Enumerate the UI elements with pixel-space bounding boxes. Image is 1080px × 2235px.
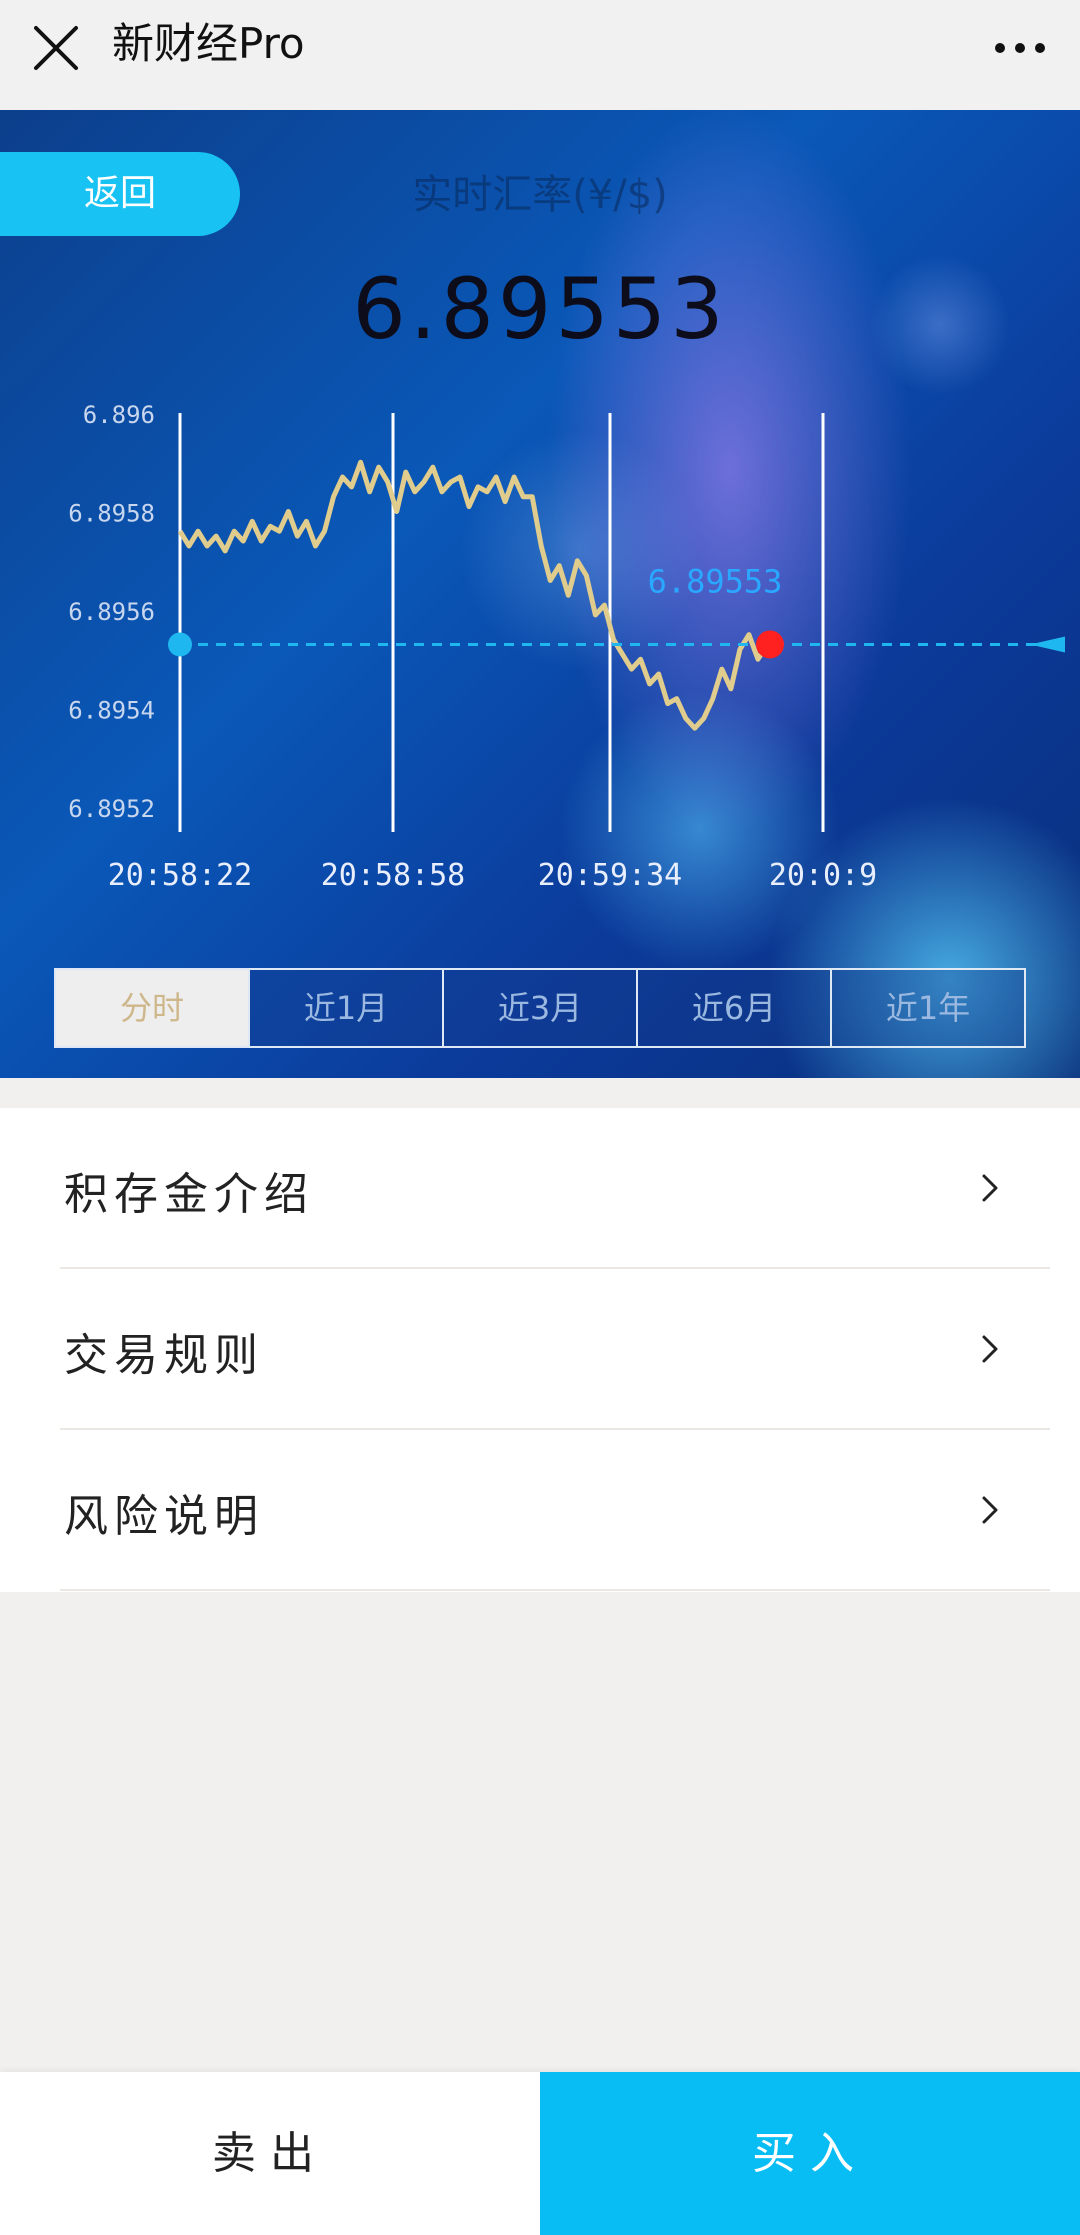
menu-item-risk-disclosure[interactable]: 风险说明 (0, 1430, 1080, 1591)
period-tabs: 分时 近1月 近3月 近6月 近1年 (54, 968, 1026, 1048)
top-nav-bar: 新财经Pro (0, 0, 1080, 110)
current-rate: 6.89553 (352, 260, 728, 358)
sell-button[interactable]: 卖出 (0, 2072, 540, 2235)
x-tick-label: 20:58:58 (321, 858, 466, 893)
trade-action-bar: 卖出 买入 (0, 2072, 1080, 2235)
tab-3-months[interactable]: 近3月 (444, 970, 638, 1046)
start-dot (168, 632, 192, 657)
y-tick-label: 6.8958 (68, 500, 155, 528)
page-title: 新财经Pro (112, 19, 305, 68)
tab-1-month[interactable]: 近1月 (250, 970, 444, 1046)
info-menu: 积存金介绍 交易规则 风险说明 (0, 1108, 1080, 1592)
buy-button[interactable]: 买入 (540, 2072, 1080, 2235)
back-button[interactable]: 返回 (0, 152, 240, 236)
close-icon[interactable] (30, 22, 82, 74)
rate-subtitle: 实时汇率(¥/$) (412, 172, 668, 218)
x-tick-label: 20:58:22 (108, 858, 253, 893)
reference-arrow-icon (1030, 636, 1065, 653)
tab-intraday[interactable]: 分时 (56, 970, 250, 1046)
menu-item-label: 积存金介绍 (64, 1169, 314, 1220)
menu-item-introduction[interactable]: 积存金介绍 (0, 1108, 1080, 1269)
rate-chart: 20:58:22 20:58:58 20:59:34 20:0:9 6.896 6.895… (68, 401, 1065, 893)
menu-item-label: 风险说明 (64, 1491, 264, 1542)
menu-item-label: 交易规则 (64, 1330, 264, 1381)
x-tick-label: 20:59:34 (538, 858, 683, 893)
menu-item-trading-rules[interactable]: 交易规则 (0, 1269, 1080, 1430)
y-tick-label: 6.8952 (68, 795, 155, 823)
chevron-right-icon (982, 1174, 998, 1202)
end-dot (756, 630, 784, 659)
y-tick-label: 6.8956 (68, 598, 155, 626)
chevron-right-icon (982, 1496, 998, 1524)
y-tick-label: 6.896 (83, 401, 155, 429)
exchange-rate-panel: 20:58:22 20:58:58 20:59:34 20:0:9 6.896 6.895… (0, 110, 1080, 1078)
chevron-right-icon (982, 1335, 998, 1363)
tab-6-months[interactable]: 近6月 (638, 970, 832, 1046)
divider (60, 1589, 1050, 1591)
y-tick-label: 6.8954 (68, 697, 155, 725)
current-value-label: 6.89553 (648, 562, 783, 600)
more-icon[interactable] (990, 22, 1050, 74)
x-tick-label: 20:0:9 (769, 858, 877, 893)
tab-1-year[interactable]: 近1年 (832, 970, 1024, 1046)
